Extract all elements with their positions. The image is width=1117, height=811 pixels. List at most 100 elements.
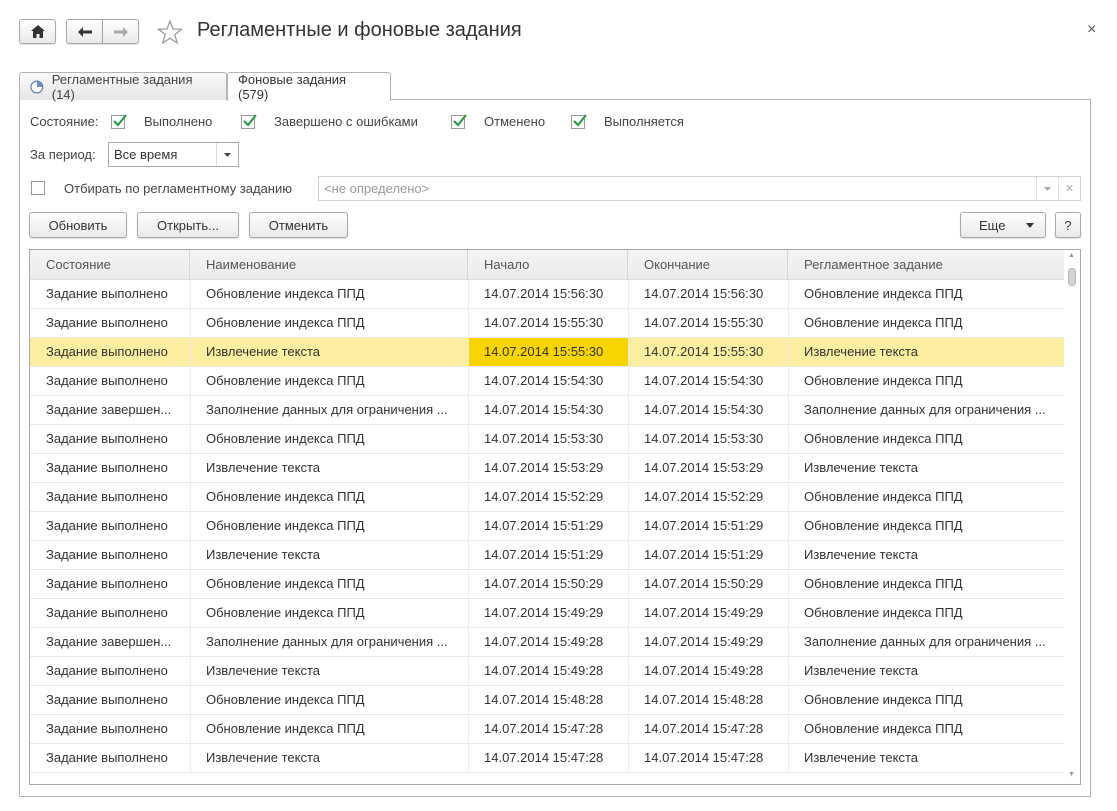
cell-name[interactable]: Обновление индекса ППД [190, 599, 468, 627]
cell-name[interactable]: Обновление индекса ППД [190, 715, 468, 743]
cell-name[interactable]: Обновление индекса ППД [190, 570, 468, 598]
cell-name[interactable]: Обновление индекса ППД [190, 686, 468, 714]
cell-state[interactable]: Задание выполнено [30, 280, 190, 308]
cell-end[interactable]: 14.07.2014 15:49:28 [628, 657, 788, 685]
by-scheduled-checkbox[interactable] [31, 181, 45, 195]
cell-start[interactable]: 14.07.2014 15:47:28 [468, 715, 628, 743]
cell-end[interactable]: 14.07.2014 15:49:29 [628, 599, 788, 627]
table-row[interactable]: Задание выполнено Извлечение текста 14.07.… [30, 744, 1064, 773]
cell-name[interactable]: Извлечение текста [190, 454, 468, 482]
cell-start[interactable]: 14.07.2014 15:54:30 [468, 367, 628, 395]
table-row[interactable]: Задание выполнено Извлечение текста 14.07.… [30, 338, 1064, 367]
state-cancelled-checkbox[interactable] [451, 114, 467, 129]
table-row[interactable]: Задание выполнено Извлечение текста 14.07.… [30, 541, 1064, 570]
vertical-scrollbar[interactable]: ▲ ▼ [1064, 250, 1080, 784]
column-header-state[interactable]: Состояние [30, 250, 190, 280]
cell-state[interactable]: Задание выполнено [30, 744, 190, 772]
cell-name[interactable]: Извлечение текста [190, 744, 468, 772]
state-running-checkbox[interactable] [571, 114, 587, 129]
table-row[interactable]: Задание выполнено Извлечение текста 14.07.… [30, 454, 1064, 483]
table-row[interactable]: Задание выполнено Обновление индекса ППД 1… [30, 512, 1064, 541]
cell-start[interactable]: 14.07.2014 15:52:29 [468, 483, 628, 511]
dropdown-arrow-icon[interactable] [1036, 177, 1058, 200]
table-row[interactable]: Задание завершен... Заполнение данных для… [30, 628, 1064, 657]
cell-state[interactable]: Задание выполнено [30, 483, 190, 511]
dropdown-arrow-icon[interactable] [216, 143, 238, 166]
column-header-end[interactable]: Окончание [628, 250, 788, 280]
table-row[interactable]: Задание выполнено Обновление индекса ППД 1… [30, 280, 1064, 309]
table-row[interactable]: Задание выполнено Извлечение текста 14.07.… [30, 657, 1064, 686]
cell-name[interactable]: Обновление индекса ППД [190, 425, 468, 453]
period-select[interactable]: Все время [108, 142, 239, 167]
cancel-button[interactable]: Отменить [249, 212, 348, 238]
cell-start[interactable]: 14.07.2014 15:48:28 [468, 686, 628, 714]
cell-state[interactable]: Задание завершен... [30, 628, 190, 656]
more-menu-button[interactable]: Еще [960, 212, 1046, 238]
refresh-button[interactable]: Обновить [29, 212, 127, 238]
cell-name[interactable]: Обновление индекса ППД [190, 309, 468, 337]
table-row[interactable]: Задание выполнено Обновление индекса ППД 1… [30, 570, 1064, 599]
cell-state[interactable]: Задание выполнено [30, 425, 190, 453]
cell-end[interactable]: 14.07.2014 15:49:29 [628, 628, 788, 656]
cell-end[interactable]: 14.07.2014 15:55:30 [628, 338, 788, 366]
cell-start[interactable]: 14.07.2014 15:49:28 [468, 657, 628, 685]
favorite-star-button[interactable] [156, 19, 184, 45]
cell-scheduled-job[interactable]: Обновление индекса ППД [788, 686, 1064, 714]
cell-state[interactable]: Задание выполнено [30, 309, 190, 337]
close-icon[interactable]: × [1087, 21, 1096, 39]
cell-end[interactable]: 14.07.2014 15:47:28 [628, 744, 788, 772]
cell-start[interactable]: 14.07.2014 15:56:30 [468, 280, 628, 308]
cell-name[interactable]: Заполнение данных для ограничения ... [190, 396, 468, 424]
cell-state[interactable]: Задание выполнено [30, 715, 190, 743]
scheduled-job-field[interactable]: <не определено> ✕ [318, 176, 1081, 201]
cell-state[interactable]: Задание выполнено [30, 599, 190, 627]
column-header-start[interactable]: Начало [468, 250, 628, 280]
table-row[interactable]: Задание выполнено Обновление индекса ППД 1… [30, 483, 1064, 512]
cell-state[interactable]: Задание выполнено [30, 338, 190, 366]
help-button[interactable]: ? [1055, 212, 1081, 238]
cell-scheduled-job[interactable]: Обновление индекса ППД [788, 280, 1064, 308]
cell-state[interactable]: Задание выполнено [30, 657, 190, 685]
cell-start[interactable]: 14.07.2014 15:49:28 [468, 628, 628, 656]
cell-scheduled-job[interactable]: Извлечение текста [788, 454, 1064, 482]
cell-start[interactable]: 14.07.2014 15:51:29 [468, 541, 628, 569]
cell-scheduled-job[interactable]: Извлечение текста [788, 541, 1064, 569]
cell-start[interactable]: 14.07.2014 15:49:29 [468, 599, 628, 627]
cell-start[interactable]: 14.07.2014 15:53:30 [468, 425, 628, 453]
cell-end[interactable]: 14.07.2014 15:55:30 [628, 309, 788, 337]
cell-scheduled-job[interactable]: Заполнение данных для ограничения ... [788, 396, 1064, 424]
cell-end[interactable]: 14.07.2014 15:54:30 [628, 396, 788, 424]
cell-name[interactable]: Извлечение текста [190, 657, 468, 685]
cell-name[interactable]: Заполнение данных для ограничения ... [190, 628, 468, 656]
cell-state[interactable]: Задание выполнено [30, 541, 190, 569]
home-button[interactable] [19, 19, 56, 44]
table-row[interactable]: Задание выполнено Обновление индекса ППД 1… [30, 309, 1064, 338]
table-row[interactable]: Задание выполнено Обновление индекса ППД 1… [30, 715, 1064, 744]
column-header-name[interactable]: Наименование [190, 250, 468, 280]
cell-scheduled-job[interactable]: Заполнение данных для ограничения ... [788, 628, 1064, 656]
clear-icon[interactable]: ✕ [1058, 177, 1080, 200]
cell-start[interactable]: 14.07.2014 15:50:29 [468, 570, 628, 598]
cell-state[interactable]: Задание выполнено [30, 367, 190, 395]
cell-name[interactable]: Обновление индекса ППД [190, 367, 468, 395]
cell-scheduled-job[interactable]: Обновление индекса ППД [788, 309, 1064, 337]
tab-background-jobs[interactable]: Фоновые задания (579) [227, 72, 391, 102]
cell-start[interactable]: 14.07.2014 15:53:29 [468, 454, 628, 482]
column-header-scheduled-job[interactable]: Регламентное задание [788, 250, 1064, 280]
back-button[interactable] [66, 19, 103, 44]
jobs-table[interactable]: Состояние Наименование Начало Окончание … [29, 249, 1081, 785]
cell-state[interactable]: Задание завершен... [30, 396, 190, 424]
cell-scheduled-job[interactable]: Обновление индекса ППД [788, 599, 1064, 627]
cell-end[interactable]: 14.07.2014 15:56:30 [628, 280, 788, 308]
cell-name[interactable]: Обновление индекса ППД [190, 280, 468, 308]
scroll-up-icon[interactable]: ▲ [1068, 252, 1075, 259]
cell-name[interactable]: Обновление индекса ППД [190, 512, 468, 540]
cell-scheduled-job[interactable]: Извлечение текста [788, 338, 1064, 366]
table-row[interactable]: Задание выполнено Обновление индекса ППД 1… [30, 686, 1064, 715]
cell-scheduled-job[interactable]: Обновление индекса ППД [788, 425, 1064, 453]
cell-state[interactable]: Задание выполнено [30, 570, 190, 598]
scroll-down-icon[interactable]: ▼ [1068, 771, 1075, 778]
cell-start[interactable]: 14.07.2014 15:55:30 [468, 309, 628, 337]
cell-start[interactable]: 14.07.2014 15:47:28 [468, 744, 628, 772]
cell-start[interactable]: 14.07.2014 15:54:30 [468, 396, 628, 424]
